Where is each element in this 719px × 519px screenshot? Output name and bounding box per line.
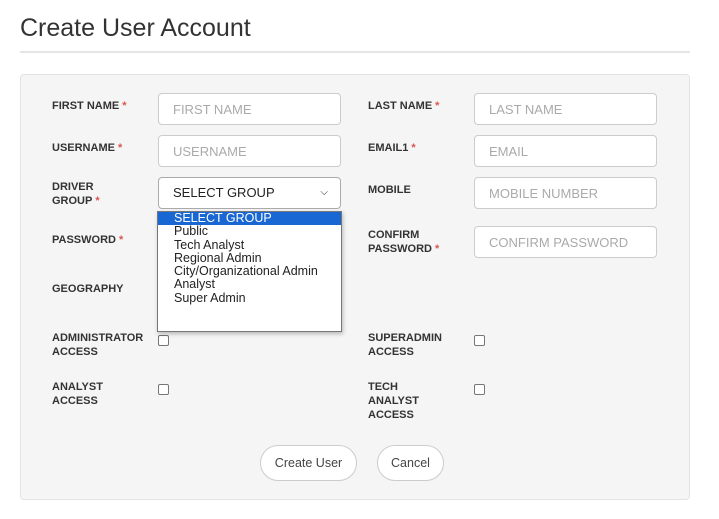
superadmin-access-label: SUPERADMIN ACCESS: [368, 332, 442, 358]
page-title: Create User Account: [20, 14, 251, 42]
username-label: USERNAME *: [52, 142, 123, 154]
last-name-label: LAST NAME *: [368, 100, 440, 112]
chevron-down-icon: ⌵: [320, 187, 328, 198]
username-input[interactable]: [158, 135, 341, 167]
dropdown-option[interactable]: Super Admin: [158, 291, 341, 305]
driver-group-dropdown: SELECT GROUP Public Tech Analyst Regiona…: [157, 211, 342, 332]
dropdown-option[interactable]: Tech Analyst: [158, 238, 341, 252]
tech-analyst-access-label: TECH ANALYST ACCESS: [368, 381, 419, 421]
tech-analyst-access-checkbox[interactable]: [474, 384, 485, 395]
email-label: EMAIL1 *: [368, 142, 416, 154]
mobile-label: MOBILE: [368, 184, 411, 196]
create-user-button[interactable]: Create User: [260, 445, 357, 481]
title-divider: [20, 51, 690, 53]
password-label: PASSWORD *: [52, 234, 124, 246]
analyst-access-label: ANALYST ACCESS: [52, 381, 103, 407]
dropdown-option[interactable]: City/Organizational Admin: [158, 264, 341, 278]
confirm-password-label: CONFIRM PASSWORD *: [368, 229, 440, 255]
first-name-input[interactable]: [158, 93, 341, 125]
geography-label: GEOGRAPHY: [52, 283, 124, 295]
dropdown-option[interactable]: Analyst: [158, 278, 341, 292]
dropdown-option[interactable]: Regional Admin: [158, 251, 341, 265]
confirm-password-input[interactable]: [474, 226, 657, 258]
first-name-label: FIRST NAME *: [52, 100, 127, 112]
administrator-access-label: ADMINISTRATOR ACCESS: [52, 332, 144, 358]
mobile-input[interactable]: [474, 177, 657, 209]
administrator-access-checkbox[interactable]: [158, 335, 169, 346]
cancel-button[interactable]: Cancel: [377, 445, 444, 481]
driver-group-label: DRIVER GROUP *: [52, 181, 100, 207]
analyst-access-checkbox[interactable]: [158, 384, 169, 395]
last-name-input[interactable]: [474, 93, 657, 125]
email-input[interactable]: [474, 135, 657, 167]
dropdown-option[interactable]: SELECT GROUP: [158, 211, 341, 226]
superadmin-access-checkbox[interactable]: [474, 335, 485, 346]
driver-group-select[interactable]: SELECT GROUP ⌵: [158, 177, 341, 209]
dropdown-option[interactable]: Public: [158, 224, 341, 238]
